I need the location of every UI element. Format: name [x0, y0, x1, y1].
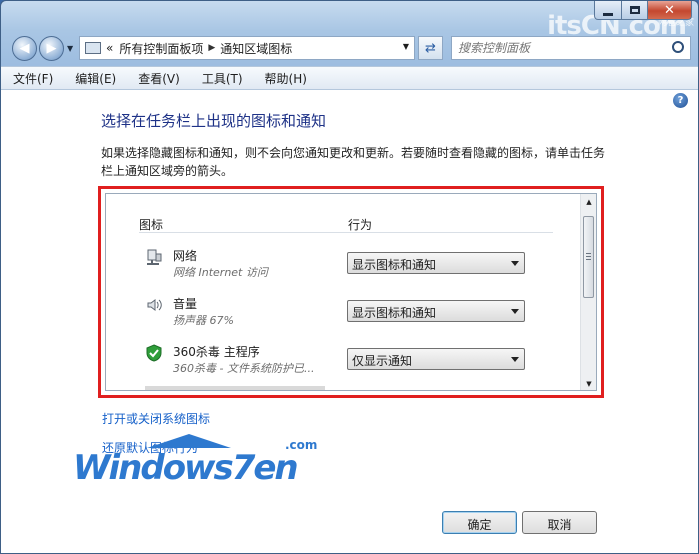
list-item-network: 网络 网络 Internet 访问 显示图标和通知: [139, 246, 569, 286]
menu-edit[interactable]: 编辑(E): [75, 70, 116, 87]
back-arrow-icon: ◀: [19, 41, 30, 56]
shield-icon: [145, 344, 163, 362]
row-subtitle: 扬声器 67%: [173, 314, 234, 327]
chevron-down-icon: [511, 357, 519, 362]
chevron-down-icon: [511, 261, 519, 266]
forward-button[interactable]: ▶: [39, 36, 64, 61]
menu-tools[interactable]: 工具(T): [202, 70, 243, 87]
select-value: 仅显示通知: [352, 354, 413, 368]
page-title: 选择在任务栏上出现的图标和通知: [101, 112, 327, 130]
row-name: 网络: [173, 249, 198, 263]
network-icon: [145, 248, 163, 266]
behavior-select-network[interactable]: 显示图标和通知: [347, 252, 525, 274]
search-icon[interactable]: [672, 41, 684, 53]
search-input[interactable]: [452, 37, 652, 59]
list-item-volume: 音量 扬声器 67% 显示图标和通知: [139, 294, 569, 334]
row-subtitle: 网络 Internet 访问: [173, 266, 268, 279]
behavior-select-volume[interactable]: 显示图标和通知: [347, 300, 525, 322]
speaker-icon: [145, 296, 163, 314]
recent-pages-dropdown[interactable]: ▼: [67, 44, 73, 53]
refresh-button[interactable]: ⇄: [418, 36, 443, 60]
maximize-button[interactable]: [622, 1, 648, 20]
maximize-icon: [629, 6, 640, 14]
menu-help[interactable]: 帮助(H): [265, 70, 307, 87]
menu-file[interactable]: 文件(F): [13, 70, 53, 87]
scroll-down-icon[interactable]: ▼: [581, 376, 596, 390]
list-item-360-antivirus: 360杀毒 主程序 360杀毒 - 文件系统防护已... 仅显示通知: [139, 342, 569, 382]
logo-roof-icon: [147, 434, 231, 448]
highlight-frame: 图标 行为 网络 网络 Internet 访问 显示图标和通知 音量 扬声器 6…: [98, 186, 604, 398]
close-button[interactable]: ✕: [648, 1, 692, 20]
breadcrumb-overflow[interactable]: «: [106, 41, 113, 55]
scroll-thumb[interactable]: [583, 216, 594, 298]
grip-icon: [586, 253, 591, 254]
row-subtitle: 360杀毒 - 文件系统防护已...: [173, 362, 315, 375]
navigation-bar: ◀ ▶ ▼ « 所有控制面板项 ▶ 通知区域图标 ▼ ⇄: [1, 33, 698, 63]
forward-arrow-icon: ▶: [46, 41, 57, 56]
ok-button[interactable]: 确定: [442, 511, 517, 534]
breadcrumb-all-items[interactable]: 所有控制面板项: [119, 40, 203, 57]
header-divider: [139, 232, 553, 233]
close-icon: ✕: [664, 2, 675, 18]
breadcrumb-notification-icons[interactable]: 通知区域图标: [220, 40, 292, 57]
caption-buttons: ✕: [594, 1, 692, 20]
minimize-icon: [603, 12, 613, 16]
link-toggle-system-icons[interactable]: 打开或关闭系统图标: [102, 410, 210, 427]
select-value: 显示图标和通知: [352, 258, 437, 272]
refresh-icon: ⇄: [425, 40, 436, 56]
logo-suffix: .com: [285, 438, 318, 452]
logo-text: Windows7en: [73, 448, 299, 488]
address-bar[interactable]: « 所有控制面板项 ▶ 通知区域图标 ▼: [79, 36, 415, 60]
select-value: 显示图标和通知: [352, 306, 437, 320]
breadcrumb: « 所有控制面板项 ▶ 通知区域图标: [106, 40, 292, 57]
windows7en-logo: Windows7en .com: [73, 434, 333, 490]
column-header-behavior: 行为: [348, 218, 373, 232]
address-dropdown-icon[interactable]: ▼: [403, 42, 409, 51]
behavior-select-360-antivirus[interactable]: 仅显示通知: [347, 348, 525, 370]
page-description: 如果选择隐藏图标和通知，则不会向您通知更改和更新。若要随时查看隐藏的图标，请单击…: [101, 146, 606, 178]
help-icon[interactable]: ?: [673, 93, 688, 108]
search-box: [451, 36, 691, 60]
row-name: 360杀毒 主程序: [173, 345, 260, 359]
column-header-icon: 图标: [139, 218, 164, 232]
control-panel-window: itsCN.com 网管之家 ✕ ◀ ▶ ▼ « 所有控制面板项 ▶ 通知区域图…: [0, 0, 699, 554]
content-area: ? 选择在任务栏上出现的图标和通知 如果选择隐藏图标和通知，则不会向您通知更改和…: [1, 90, 698, 553]
minimize-button[interactable]: [594, 1, 622, 20]
list-item-partial: [145, 386, 325, 390]
list-scrollbar[interactable]: ▲ ▼: [580, 194, 596, 390]
cancel-button[interactable]: 取消: [522, 511, 597, 534]
row-name: 音量: [173, 297, 198, 311]
chevron-down-icon: [511, 309, 519, 314]
menu-bar: 文件(F) 编辑(E) 查看(V) 工具(T) 帮助(H): [1, 66, 698, 90]
notification-icon-list: 图标 行为 网络 网络 Internet 访问 显示图标和通知 音量 扬声器 6…: [105, 193, 597, 391]
back-button[interactable]: ◀: [12, 36, 37, 61]
breadcrumb-separator-icon[interactable]: ▶: [208, 43, 215, 53]
menu-view[interactable]: 查看(V): [138, 70, 180, 87]
scroll-up-icon[interactable]: ▲: [581, 194, 596, 210]
control-panel-icon: [85, 42, 101, 54]
